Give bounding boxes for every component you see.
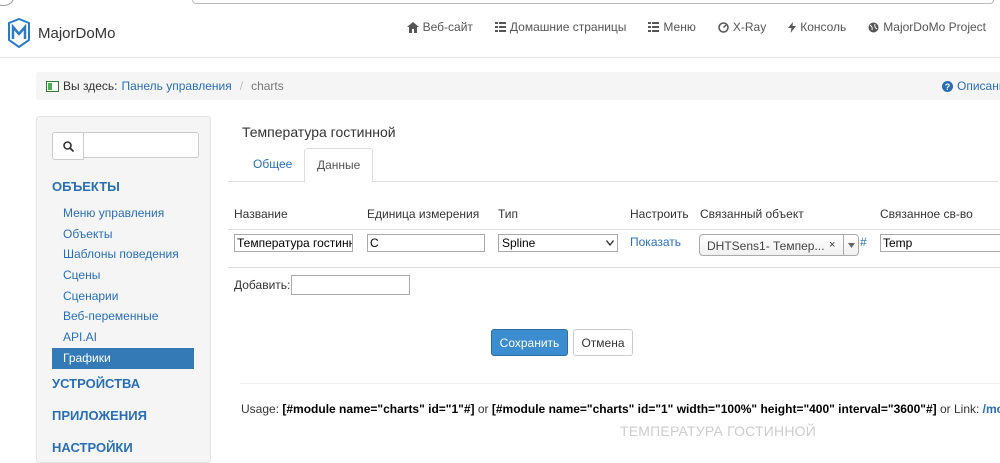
clear-selection-icon[interactable]: × <box>829 239 835 251</box>
question-icon: ? <box>942 80 953 92</box>
module-help-label: Описание моду <box>957 79 1000 93</box>
table-header: Название Единица измерения Тип Настроить… <box>228 199 1000 230</box>
svg-text:?: ? <box>945 82 951 92</box>
breadcrumb-here: Вы здесь: <box>63 79 118 93</box>
globe-icon <box>868 22 879 32</box>
tab-general[interactable]: Общее <box>241 148 304 180</box>
breadcrumb-current: charts <box>251 79 284 93</box>
add-label: Добавить: <box>234 278 291 292</box>
chart-preview-title: ТЕМПЕРАТУРА ГОСТИННОЙ <box>620 423 816 439</box>
chevron-down-icon[interactable] <box>843 235 858 255</box>
sidebar-section-applications[interactable]: ПРИЛОЖЕНИЯ <box>52 408 147 423</box>
list-icon <box>494 22 506 32</box>
sidebar: ОБЪЕКТЫ Меню управления Объекты Шаблоны … <box>36 116 211 463</box>
column-header-unit: Единица измерения <box>367 207 480 221</box>
sidebar-item-web-variables[interactable]: Веб-переменные <box>52 306 194 327</box>
navbar-divider <box>0 57 1000 58</box>
nav-menu-label: Меню <box>663 20 696 34</box>
add-input[interactable] <box>291 275 410 295</box>
column-header-linked-property: Связанное св-во <box>880 207 973 221</box>
nav-website-label: Веб-сайт <box>422 20 473 34</box>
linked-object-select[interactable]: DHTSens1- Темпер... × <box>699 234 859 256</box>
list-icon <box>648 22 660 32</box>
module-help-link[interactable]: ? Описание моду <box>942 79 1000 93</box>
sidebar-section-devices[interactable]: УСТРОЙСТВА <box>52 376 140 391</box>
search-icon <box>62 140 74 152</box>
dashboard-icon <box>718 21 729 33</box>
sidebar-items: Меню управления Объекты Шаблоны поведени… <box>52 203 194 369</box>
flash-icon <box>788 21 797 33</box>
linked-property-input[interactable]: Temp <box>880 234 1000 252</box>
configure-show-link[interactable]: Показать <box>630 235 681 249</box>
table-row: Температура гостинн C Spline Показать DH… <box>228 229 1000 268</box>
column-header-configure: Настроить <box>630 207 689 221</box>
breadcrumb-control-panel[interactable]: Панель управления <box>121 79 231 93</box>
usage-or: or <box>477 402 489 416</box>
nav-home-pages-label: Домашние страницы <box>509 20 627 34</box>
nav-home-pages[interactable]: Домашние страницы <box>494 20 627 34</box>
usage-divider <box>240 383 1000 384</box>
nav-menu[interactable]: Меню <box>648 20 696 34</box>
sidebar-item-scenes[interactable]: Сцены <box>52 265 194 286</box>
tabs: Общее Данные <box>228 148 998 183</box>
breadcrumb: Вы здесь: Панель управления / charts ? О… <box>36 72 1000 100</box>
series-name-input[interactable]: Температура гостинн <box>234 234 353 252</box>
nav-console[interactable]: Консоль <box>788 20 846 34</box>
sidebar-item-api-ai[interactable]: API.AI <box>52 327 194 348</box>
search-input[interactable] <box>84 132 199 158</box>
nav-project-label: MajorDoMo Project <box>883 20 986 34</box>
breadcrumb-separator: / <box>239 79 244 93</box>
address-bar[interactable] <box>192 0 994 4</box>
brand-name: MajorDoMo <box>38 24 116 42</box>
save-button[interactable]: Сохранить <box>491 329 568 356</box>
nav-website[interactable]: Веб-сайт <box>406 20 473 34</box>
column-header-linked-object: Связанный объект <box>700 207 804 221</box>
page-title: Температура гостинной <box>242 124 396 140</box>
cancel-button[interactable]: Отмена <box>573 329 633 356</box>
usage-prefix: Usage: <box>241 402 280 416</box>
top-navbar: MajorDoMo Веб-сайт Домашние страницы Мен… <box>0 6 1000 54</box>
sidebar-section-objects[interactable]: ОБЪЕКТЫ <box>52 179 120 194</box>
linked-object-hash-link[interactable]: # <box>860 235 867 249</box>
tab-data[interactable]: Данные <box>304 148 374 183</box>
sidebar-item-behavior-templates[interactable]: Шаблоны поведения <box>52 244 194 265</box>
column-header-name: Название <box>234 207 288 221</box>
type-select-value: Spline <box>502 236 536 250</box>
type-select[interactable]: Spline <box>498 234 618 252</box>
majordomo-logo-icon <box>8 18 30 48</box>
search-button[interactable] <box>52 132 84 160</box>
usage-code-simple: [#module name="charts" id="1"#] <box>282 402 475 416</box>
control-panel-icon <box>46 80 59 92</box>
sidebar-item-charts[interactable]: Графики <box>52 347 194 369</box>
sidebar-item-objects[interactable]: Объекты <box>52 224 194 245</box>
brand[interactable]: MajorDoMo <box>6 18 116 48</box>
linked-object-value: DHTSens1- Темпер... <box>707 239 825 253</box>
usage-text: Usage: [#module name="charts" id="1"#] o… <box>241 402 1000 416</box>
sidebar-item-scripts[interactable]: Сценарии <box>52 286 194 307</box>
home-icon <box>406 21 419 33</box>
nav-links: Веб-сайт Домашние страницы Меню X-Ray Ко… <box>385 20 986 34</box>
browser-chrome <box>0 0 1000 6</box>
column-header-type: Тип <box>498 207 519 221</box>
usage-module-link[interactable]: /module/c <box>983 402 1000 416</box>
unit-input[interactable]: C <box>367 234 485 252</box>
chevron-down-icon <box>606 240 614 246</box>
sidebar-search <box>52 132 199 160</box>
sidebar-item-control-menu[interactable]: Меню управления <box>52 203 194 224</box>
nav-project[interactable]: MajorDoMo Project <box>868 20 986 34</box>
nav-xray-label: X-Ray <box>732 20 767 34</box>
nav-console-label: Консоль <box>800 20 847 34</box>
nav-xray[interactable]: X-Ray <box>718 20 766 34</box>
usage-code-full: [#module name="charts" id="1" width="100… <box>491 402 937 416</box>
usage-or-link: or Link: <box>939 402 980 416</box>
